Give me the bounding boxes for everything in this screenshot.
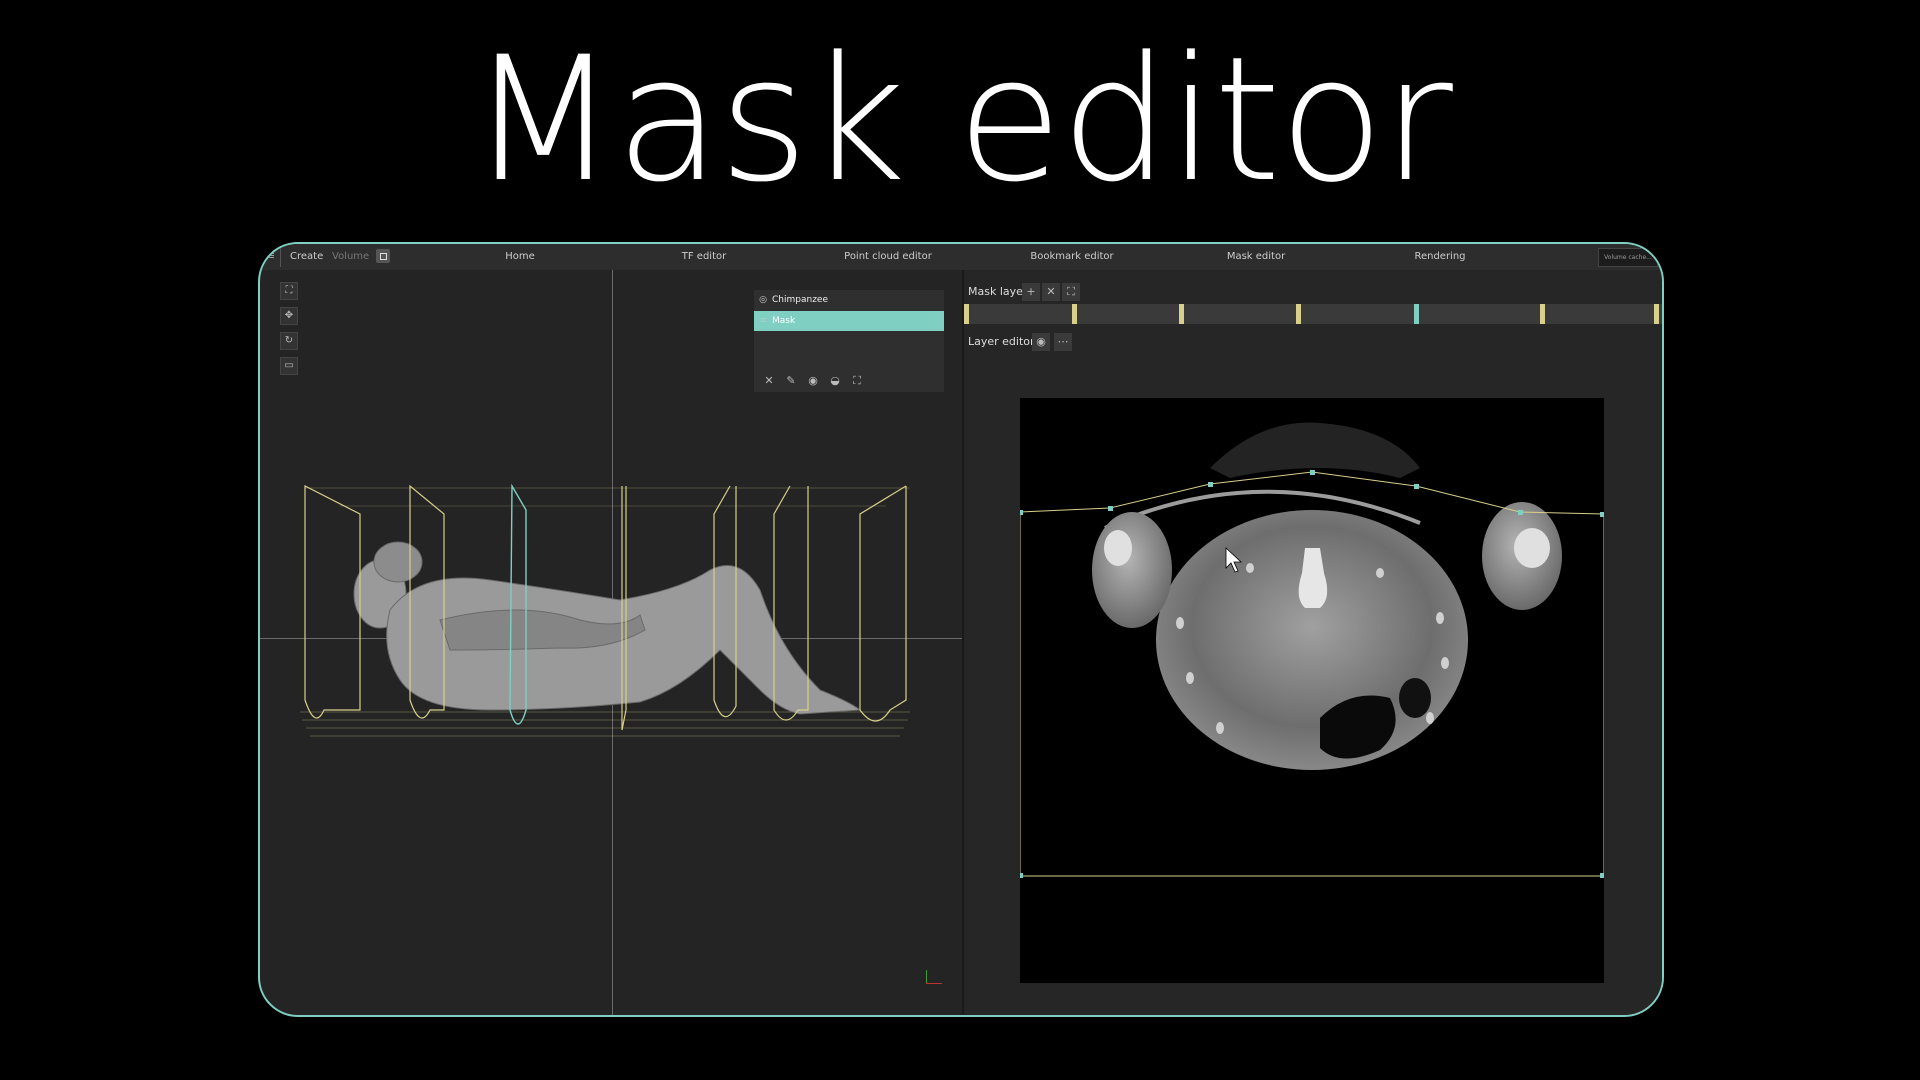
- pencil-icon[interactable]: ✎: [780, 374, 802, 387]
- viewport-3d[interactable]: ⛶ ✥ ↻ ▭ ◎ Chimpanzee ⌗ Mask ✕ ✎ ◉ ◒ ⛶: [260, 270, 962, 1015]
- ct-slice-render: [1018, 422, 1605, 878]
- layer-marker[interactable]: [1296, 304, 1301, 324]
- volume-icon: ◎: [759, 295, 767, 305]
- layer-marker[interactable]: [1179, 304, 1184, 324]
- slide-title: Mask editor: [469, 19, 1453, 220]
- layer-marker[interactable]: [1540, 304, 1545, 324]
- tab-bookmark-editor[interactable]: Bookmark editor: [980, 251, 1164, 262]
- axis-x: [926, 983, 942, 984]
- top-bar: ≡ Create Volume Home TF editor Point clo…: [260, 244, 1662, 272]
- volume-add-icon[interactable]: [376, 249, 390, 263]
- tree-toolbar: ✕ ✎ ◉ ◒ ⛶: [758, 374, 868, 388]
- layer-marker[interactable]: [964, 304, 969, 324]
- create-menu[interactable]: Create: [290, 251, 323, 262]
- layer-editor-label: Layer editor: [968, 335, 1035, 348]
- layer-marker[interactable]: [1072, 304, 1077, 324]
- layer-marker[interactable]: [1654, 304, 1659, 324]
- tab-rendering[interactable]: Rendering: [1348, 251, 1532, 262]
- tree-item-mask[interactable]: ⌗ Mask: [754, 311, 944, 331]
- volume-menu[interactable]: Volume: [332, 251, 369, 262]
- axis-y: [926, 970, 927, 984]
- layer-marker-active[interactable]: [1414, 304, 1419, 324]
- close-icon[interactable]: ✕: [758, 374, 780, 387]
- tree-item-label: Mask: [772, 316, 796, 326]
- pan-icon[interactable]: ✥: [280, 307, 298, 325]
- mask-editor-pane: Mask layers + ✕ ⛶ Layer editor ◉ ⋯: [964, 270, 1662, 1015]
- menu-icon[interactable]: ≡: [266, 250, 276, 262]
- toolbar-separator: [280, 247, 281, 267]
- eye-icon[interactable]: ◉: [802, 374, 824, 387]
- scene-tree-panel: ◎ Chimpanzee ⌗ Mask ✕ ✎ ◉ ◒ ⛶: [754, 290, 944, 392]
- fit-view-icon[interactable]: ⛶: [280, 282, 298, 300]
- more-icon[interactable]: ⋯: [1054, 333, 1072, 351]
- tab-tf-editor[interactable]: TF editor: [612, 251, 796, 262]
- ct-slice-view[interactable]: [1018, 398, 1605, 983]
- tab-mask-editor[interactable]: Mask editor: [1164, 251, 1348, 272]
- rotate-icon[interactable]: ↻: [280, 332, 298, 350]
- remove-layer-icon[interactable]: ✕: [1042, 283, 1060, 301]
- fit-layers-icon[interactable]: ⛶: [1062, 283, 1080, 301]
- tab-home[interactable]: Home: [428, 251, 612, 262]
- tab-point-cloud-editor[interactable]: Point cloud editor: [796, 251, 980, 262]
- eye-icon[interactable]: ◉: [1032, 333, 1050, 351]
- fit-icon[interactable]: ⛶: [846, 374, 868, 388]
- tree-item-label: Chimpanzee: [772, 295, 828, 305]
- volume-cache-indicator[interactable]: Volume cache...: [1598, 248, 1658, 267]
- app-window: ≡ Create Volume Home TF editor Point clo…: [258, 242, 1664, 1017]
- axis-gizmo: [926, 970, 942, 984]
- drop-icon[interactable]: ◒: [824, 374, 846, 387]
- screenshot-icon[interactable]: ▭: [280, 357, 298, 375]
- crop-icon: ⌗: [760, 316, 766, 326]
- add-layer-icon[interactable]: +: [1022, 283, 1040, 301]
- tree-item-chimpanzee[interactable]: ◎ Chimpanzee: [754, 290, 944, 310]
- mask-layer-timeline[interactable]: [964, 304, 1662, 324]
